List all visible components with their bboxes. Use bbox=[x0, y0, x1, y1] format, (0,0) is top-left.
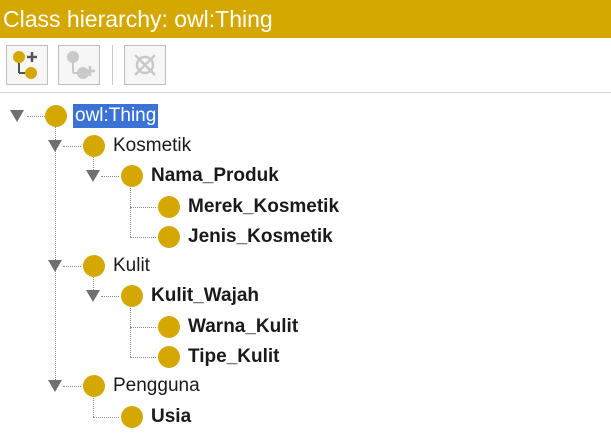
tree-node-label: Kulit bbox=[113, 255, 150, 276]
tree-node-tipe-kulit[interactable]: Tipe_Kulit bbox=[158, 343, 282, 371]
tree-connector bbox=[130, 185, 131, 237]
expand-toggle-pengguna[interactable] bbox=[48, 380, 62, 392]
tree-node-owl-thing[interactable]: owl:Thing bbox=[45, 102, 159, 130]
tree-connector bbox=[130, 207, 156, 208]
tree-node-kosmetik[interactable]: Kosmetik bbox=[83, 132, 193, 160]
class-icon bbox=[158, 346, 180, 368]
class-icon bbox=[121, 165, 143, 187]
add-subclass-icon bbox=[13, 51, 37, 79]
tree-connector bbox=[63, 386, 81, 387]
tree-node-label: Nama_Produk bbox=[151, 165, 279, 186]
tree-node-label: Usia bbox=[151, 406, 192, 427]
class-icon bbox=[83, 135, 105, 157]
class-icon bbox=[83, 255, 105, 277]
add-sibling-class-icon bbox=[67, 51, 95, 79]
tree-node-label: Merek_Kosmetik bbox=[188, 196, 340, 217]
add-sibling-class-button[interactable] bbox=[58, 45, 100, 85]
tree-node-warna-kulit[interactable]: Warna_Kulit bbox=[158, 313, 300, 341]
tree-connector bbox=[130, 305, 131, 357]
class-icon bbox=[158, 226, 180, 248]
class-icon bbox=[121, 285, 143, 307]
class-icon bbox=[158, 316, 180, 338]
tree-connector bbox=[130, 327, 156, 328]
tree-node-label: Jenis_Kosmetik bbox=[188, 226, 333, 247]
tree-node-merek-kosmetik[interactable]: Merek_Kosmetik bbox=[158, 193, 341, 221]
panel-title: Class hierarchy: owl:Thing bbox=[0, 0, 611, 38]
tree-connector bbox=[27, 116, 45, 117]
toolbar-separator bbox=[112, 45, 113, 85]
delete-class-button[interactable] bbox=[124, 45, 166, 85]
class-icon bbox=[83, 375, 105, 397]
tree-connector bbox=[130, 237, 156, 238]
tree-connector bbox=[63, 266, 81, 267]
expand-toggle-owl-thing[interactable] bbox=[10, 110, 24, 122]
expand-toggle-kulit-wajah[interactable] bbox=[86, 290, 100, 302]
toolbar bbox=[0, 38, 611, 93]
tree-node-pengguna[interactable]: Pengguna bbox=[83, 372, 202, 400]
tree-node-label: Warna_Kulit bbox=[188, 316, 299, 337]
tree-node-label: Kulit_Wajah bbox=[151, 285, 260, 306]
tree-connector bbox=[55, 125, 56, 386]
class-icon bbox=[158, 196, 180, 218]
class-hierarchy-panel: Class hierarchy: owl:Thing owl:Thing Kos… bbox=[0, 0, 611, 438]
tree-node-nama-produk[interactable]: Nama_Produk bbox=[121, 162, 281, 190]
delete-class-icon bbox=[134, 54, 156, 76]
tree-node-jenis-kosmetik[interactable]: Jenis_Kosmetik bbox=[158, 223, 335, 251]
tree-connector bbox=[93, 417, 119, 418]
class-tree: owl:Thing Kosmetik Nama_Produk Merek_Kos… bbox=[0, 92, 611, 438]
tree-connector bbox=[101, 296, 119, 297]
tree-node-label: Kosmetik bbox=[113, 135, 192, 156]
tree-connector bbox=[101, 176, 119, 177]
expand-toggle-kosmetik[interactable] bbox=[48, 140, 62, 152]
tree-node-kulit-wajah[interactable]: Kulit_Wajah bbox=[121, 282, 261, 310]
class-icon bbox=[121, 406, 143, 428]
tree-connector bbox=[130, 357, 156, 358]
tree-node-label: owl:Thing bbox=[73, 104, 159, 128]
expand-toggle-nama-produk[interactable] bbox=[86, 170, 100, 182]
expand-toggle-kulit[interactable] bbox=[48, 260, 62, 272]
tree-connector bbox=[63, 146, 81, 147]
class-icon bbox=[45, 105, 67, 127]
tree-node-usia[interactable]: Usia bbox=[121, 403, 193, 431]
tree-node-label: Pengguna bbox=[113, 375, 200, 396]
tree-node-kulit[interactable]: Kulit bbox=[83, 252, 152, 280]
add-subclass-button[interactable] bbox=[6, 45, 48, 85]
tree-node-label: Tipe_Kulit bbox=[188, 346, 280, 367]
